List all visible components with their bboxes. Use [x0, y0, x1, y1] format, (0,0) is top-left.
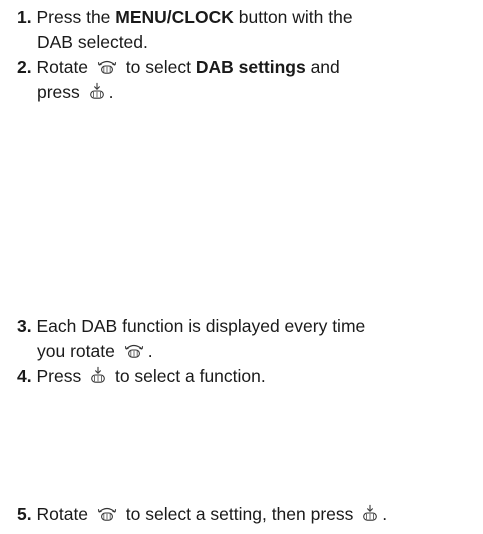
step-number: 5.	[17, 504, 32, 524]
step-text: Rotate	[36, 504, 93, 524]
press-knob-icon	[88, 82, 106, 100]
step-number: 2.	[17, 57, 32, 77]
step-text: .	[382, 504, 388, 524]
step-4: 4. Press to select a function.	[17, 364, 477, 389]
button-name: MENU/CLOCK	[115, 7, 234, 27]
step-text: Each DAB function is displayed every tim…	[36, 316, 366, 336]
step-text: press	[37, 82, 85, 102]
step-text-continued: DAB selected.	[37, 32, 148, 52]
step-text: .	[108, 82, 114, 102]
step-2: 2. Rotate to select DAB settings and pre…	[17, 55, 477, 105]
step-number: 4.	[17, 366, 32, 386]
step-text: Press the	[36, 7, 116, 27]
step-text: Rotate	[36, 57, 93, 77]
step-text: button with the	[233, 7, 353, 27]
step-text-continued: you rotate .	[17, 339, 477, 364]
step-number: 3.	[17, 316, 32, 336]
rotate-knob-icon	[123, 341, 145, 359]
step-number: 1.	[17, 7, 32, 27]
press-knob-icon	[361, 504, 379, 522]
step-text: you rotate	[37, 341, 120, 361]
press-knob-icon	[89, 366, 107, 384]
step-5: 5. Rotate to select a setting, then pres…	[17, 502, 477, 527]
step-text: to select a function.	[110, 366, 266, 386]
rotate-knob-icon	[96, 57, 118, 75]
step-1: 1. Press the MENU/CLOCK button with the …	[17, 5, 477, 55]
step-text-continued: press .	[17, 80, 477, 105]
menu-item-name: DAB settings	[195, 57, 306, 77]
step-text: Press	[36, 366, 87, 386]
step-text: to select	[120, 57, 196, 77]
step-3: 3. Each DAB function is displayed every …	[17, 314, 477, 364]
step-text: to select a setting, then press	[120, 504, 359, 524]
rotate-knob-icon	[96, 504, 118, 522]
step-text: and	[305, 57, 340, 77]
step-text: .	[147, 341, 153, 361]
